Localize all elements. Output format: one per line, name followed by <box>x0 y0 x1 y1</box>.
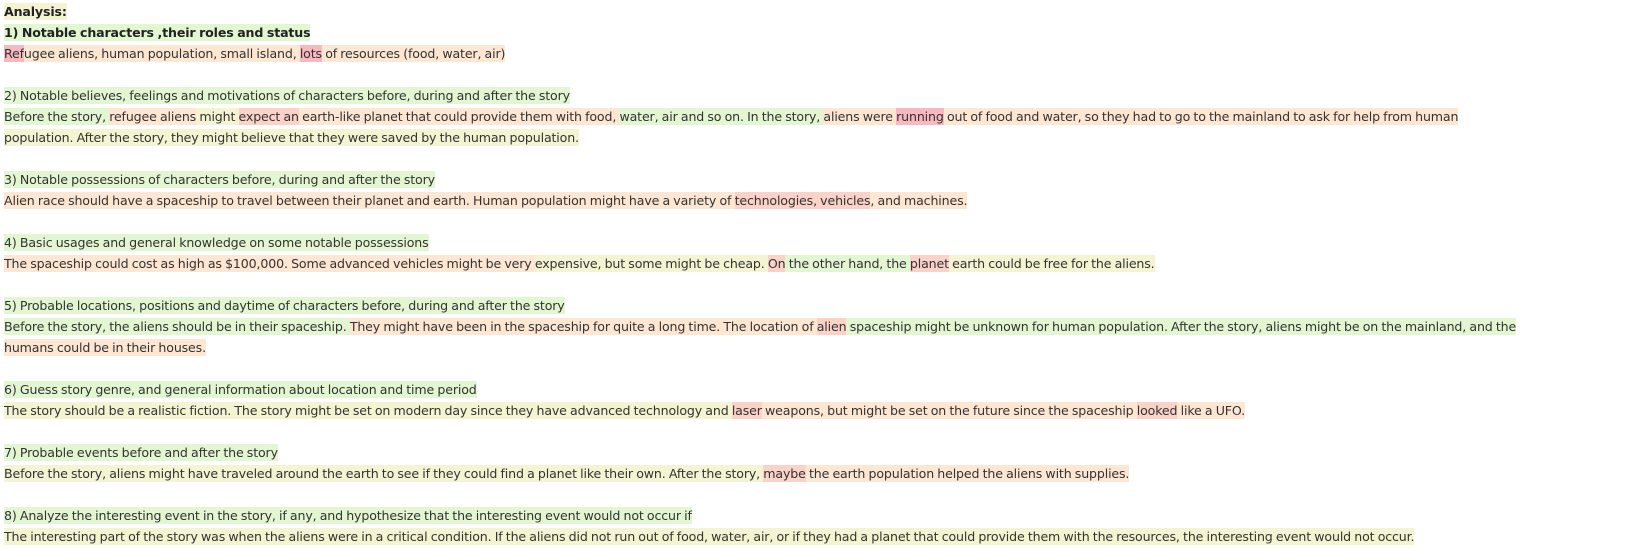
text-line: 7) Probable events before and after the … <box>4 442 1623 463</box>
highlighted-token: 1) Notable characters ,their roles and s… <box>4 24 311 41</box>
highlighted-token: like a UFO. <box>1177 402 1245 419</box>
highlighted-token: Alien race should have a spaceship to tr… <box>4 192 735 209</box>
text-line: Before the story, aliens might have trav… <box>4 463 1623 484</box>
text-line: Alien race should have a spaceship to tr… <box>4 190 1623 211</box>
text-line: 2) Notable believes, feelings and motiva… <box>4 85 1623 106</box>
text-line: The interesting part of the story was wh… <box>4 526 1623 547</box>
highlighted-token: earth could be free for the aliens. <box>948 255 1155 272</box>
text-line: Before the story, refugee aliens might e… <box>4 106 1623 127</box>
highlighted-token: maybe <box>763 465 806 482</box>
highlighted-token: running <box>896 108 944 125</box>
highlighted-token: On <box>767 255 786 272</box>
highlighted-token: 6) Guess story genre, and general inform… <box>4 381 477 398</box>
highlighted-token: 7) Probable events before and after the … <box>4 444 278 461</box>
highlighted-token: 5) Probable locations, positions and day… <box>4 297 565 314</box>
highlighted-token: of resources (food, water, air) <box>321 45 506 62</box>
analysis-lines: 1) Notable characters ,their roles and s… <box>4 22 1623 547</box>
text-line: The spaceship could cost as high as $100… <box>4 253 1623 274</box>
highlighted-token: population. After the story, they might … <box>4 129 579 146</box>
highlighted-token: humans could be in their houses. <box>4 339 206 356</box>
highlighted-token: , and machines. <box>870 192 968 209</box>
highlighted-token: They might have been in the spaceship fo… <box>349 318 817 335</box>
highlighted-token: water, air and so on. In the story, <box>619 108 824 125</box>
highlighted-token: 4) Basic usages and general knowledge on… <box>4 234 429 251</box>
analysis-document: Analysis: 1) Notable characters ,their r… <box>0 0 1627 549</box>
highlighted-token: aliens were <box>823 108 897 125</box>
highlighted-token: might <box>196 108 239 125</box>
highlighted-token: the other hand, the <box>785 255 910 272</box>
highlighted-token: ugee aliens, human population, small isl… <box>23 45 300 62</box>
highlighted-token: expensive, but some might be cheap. <box>534 255 768 272</box>
analysis-title-text: Analysis: <box>4 3 67 20</box>
highlighted-token: out of food and water, so they had to go… <box>943 108 1459 125</box>
highlighted-token: the earth population helped the aliens w… <box>805 465 1130 482</box>
text-line: Before the story, the aliens should be i… <box>4 316 1623 337</box>
text-line: 4) Basic usages and general knowledge on… <box>4 232 1623 253</box>
highlighted-token: technologies, vehicles <box>734 192 871 209</box>
highlighted-token: weapons, but might be set on the future … <box>761 402 1137 419</box>
highlighted-token: Before the story, <box>4 108 110 125</box>
text-line: The story should be a realistic fiction.… <box>4 400 1623 421</box>
highlighted-token: 3) Notable possessions of characters bef… <box>4 171 435 188</box>
text-line: population. After the story, they might … <box>4 127 1623 148</box>
text-line: 6) Guess story genre, and general inform… <box>4 379 1623 400</box>
text-line: 3) Notable possessions of characters bef… <box>4 169 1623 190</box>
text-line: 8) Analyze the interesting event in the … <box>4 505 1623 526</box>
highlighted-token: The interesting part of the story was wh… <box>4 528 1415 545</box>
highlighted-token: The story should be a realistic fiction.… <box>4 402 732 419</box>
text-line: 5) Probable locations, positions and day… <box>4 295 1623 316</box>
highlighted-token: looked <box>1136 402 1178 419</box>
highlighted-token: planet <box>909 255 949 272</box>
highlighted-token: 2) Notable believes, feelings and motiva… <box>4 87 570 104</box>
analysis-title: Analysis: <box>4 1 1623 22</box>
highlighted-token: Before the story, the aliens should be i… <box>4 318 350 335</box>
highlighted-token: Ref <box>4 45 24 62</box>
highlighted-token: earth-like planet that could provide the… <box>298 108 620 125</box>
highlighted-token: alien <box>816 318 847 335</box>
highlighted-token: laser <box>731 402 762 419</box>
highlighted-token: The spaceship could cost as high as $100… <box>4 255 535 272</box>
highlighted-token: Before the story, aliens might have trav… <box>4 465 764 482</box>
highlighted-token: expect an <box>238 108 299 125</box>
highlighted-token: lots <box>299 45 322 62</box>
highlighted-token: refugee aliens <box>109 108 197 125</box>
highlighted-token: 8) Analyze the interesting event in the … <box>4 507 692 524</box>
highlighted-token: spaceship might be unknown for human pop… <box>846 318 1517 335</box>
text-line: 1) Notable characters ,their roles and s… <box>4 22 1623 43</box>
text-line: humans could be in their houses. <box>4 337 1623 358</box>
text-line: Refugee aliens, human population, small … <box>4 43 1623 64</box>
